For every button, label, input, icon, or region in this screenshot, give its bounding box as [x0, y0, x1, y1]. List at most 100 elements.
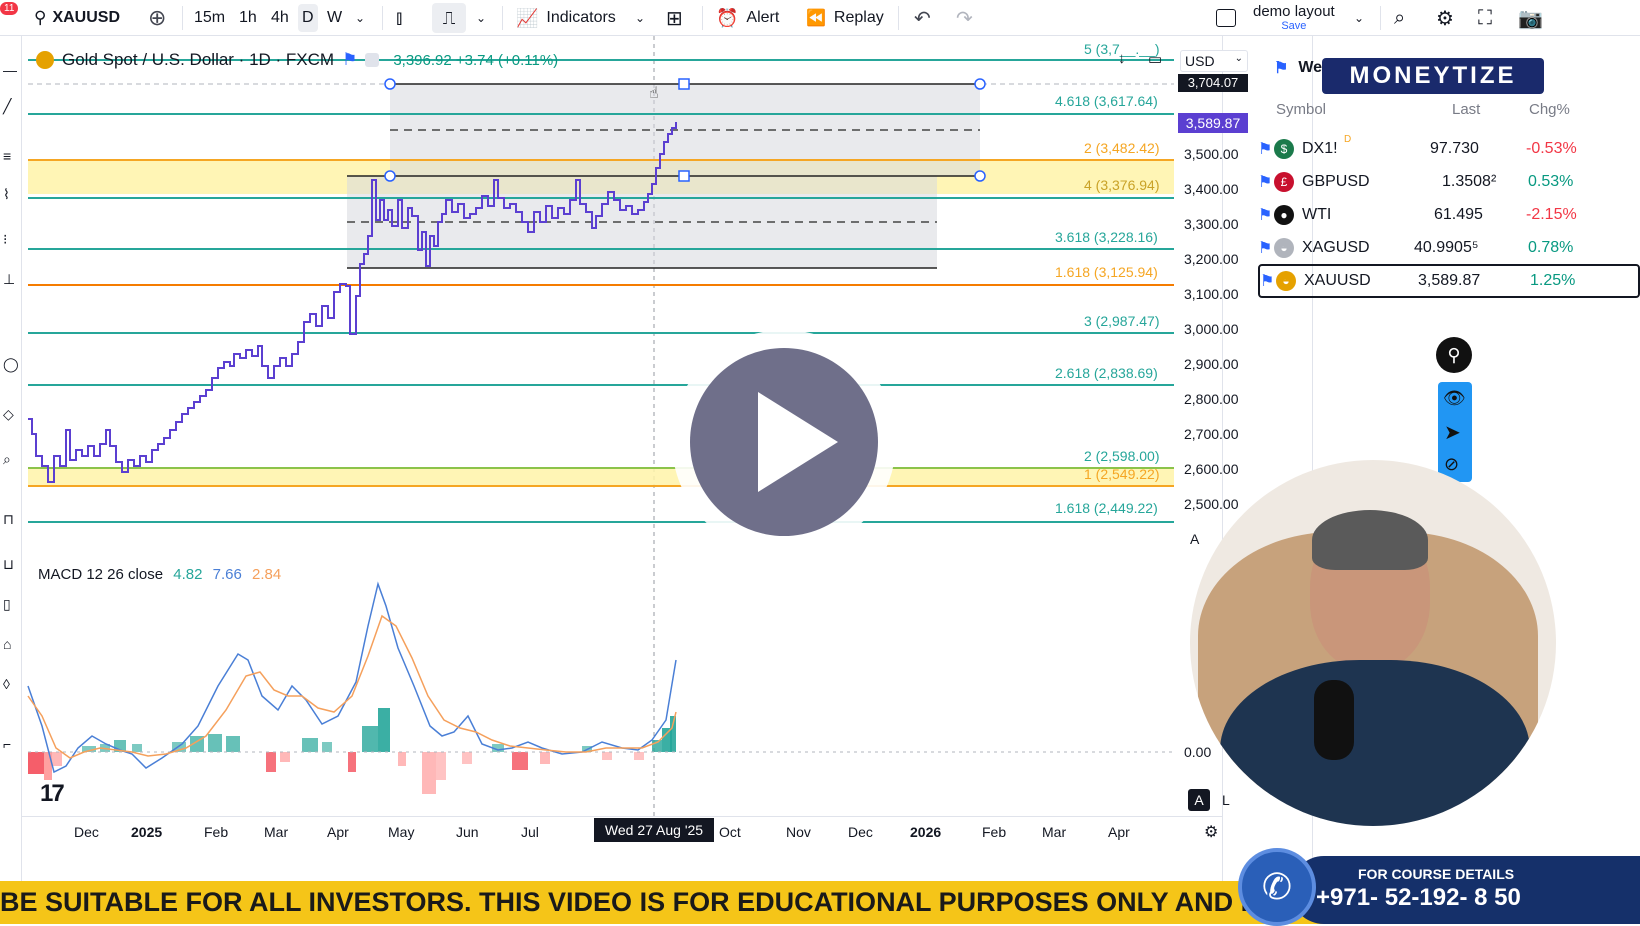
crosshair-icon[interactable]: —	[3, 62, 17, 78]
currency-select[interactable]: USD ⌄	[1180, 50, 1248, 72]
alarm-clock-icon: ⏰	[716, 7, 739, 28]
auto-scale-button-bottom[interactable]: A	[1188, 789, 1210, 811]
candles-icon[interactable]: ⫾	[396, 0, 402, 36]
add-symbol-icon[interactable]: ⊕	[148, 0, 166, 36]
drawing-handle[interactable]	[974, 78, 986, 90]
time-tick: Jun	[456, 824, 479, 840]
watchlist-row[interactable]: ⚑ ◒ XAGUSD 40.9905⁵ 0.78%	[1258, 231, 1640, 265]
notification-badge[interactable]: 11	[0, 0, 19, 36]
layout-chevron-down-icon[interactable]: ⌄	[1354, 0, 1364, 36]
replay-button[interactable]: ⏪ Replay	[806, 0, 884, 36]
interval-w-label: W	[327, 9, 343, 26]
video-play-button[interactable]	[672, 330, 896, 554]
text-icon[interactable]: ◯	[3, 356, 19, 373]
watchlist-row[interactable]: ⚑ ● WTI 61.495 -2.15%	[1258, 198, 1640, 232]
top-toolbar: 11 ⚲ XAUUSD ⊕ 15m 1h 4h D W ⌄ ⫾ ⎍ ⌄ 📈 In…	[0, 0, 1640, 36]
interval-15m[interactable]: 15m	[194, 0, 225, 36]
interval-1h-label: 1h	[239, 9, 257, 26]
undo-icon[interactable]: ↶	[914, 0, 931, 36]
symbol-logo-icon: ◒	[1274, 238, 1294, 258]
step-line-icon[interactable]: ⎍	[432, 3, 466, 33]
lock-icon[interactable]: ⊓	[3, 511, 14, 528]
interval-d-label: D	[302, 9, 314, 26]
flag-icon: ⚑	[1258, 174, 1273, 191]
watchlist-row-selected[interactable]: ⚑ ◒ XAUUSD 3,589.87 1.25%	[1258, 264, 1640, 298]
chart-type-chevron-down-icon[interactable]: ⌄	[476, 0, 486, 36]
price-tick: 3,400.00	[1184, 181, 1239, 197]
trash-icon[interactable]: ⌂	[3, 636, 11, 652]
trend-line-icon[interactable]: ╱	[3, 98, 11, 115]
brand-text: MONEYTIZE	[1349, 62, 1517, 89]
col-chg[interactable]: Chg%	[1529, 101, 1570, 118]
drawing-handle[interactable]	[678, 170, 690, 182]
interval-4h[interactable]: 4h	[271, 0, 289, 36]
collapse-icon[interactable]: ⌐	[3, 736, 11, 752]
interval-d[interactable]: D	[298, 4, 318, 32]
interval-1h[interactable]: 1h	[239, 0, 257, 36]
quick-search-icon[interactable]: ⌕	[1394, 0, 1405, 36]
fib-label: 2 (2,598.00)	[1084, 448, 1160, 464]
fib-label: 2 (3,482.42)	[1084, 140, 1160, 156]
hide-icon[interactable]: ⊘	[1444, 454, 1459, 475]
measure-icon[interactable]: ⊥	[3, 271, 15, 288]
watchlist-row[interactable]: ⚑ £ GBPUSD 1.3508² 0.53%	[1258, 165, 1640, 199]
flag-icon: ⚑	[342, 50, 358, 69]
download-icon[interactable]: ↓	[1118, 50, 1126, 67]
zoom-icon[interactable]: ⌕	[3, 451, 11, 468]
gear-icon[interactable]: ⚙	[1436, 0, 1454, 36]
price-chart[interactable]: ☝	[22, 36, 1222, 881]
pattern-icon[interactable]: ⁝	[3, 231, 7, 248]
templates-grid-icon[interactable]: ⊞	[666, 0, 683, 36]
time-tick: Mar	[264, 824, 289, 840]
interval-chevron-down-icon[interactable]: ⌄	[355, 0, 365, 36]
drawing-handle[interactable]	[678, 78, 690, 90]
macd-value-3: 2.84	[251, 566, 282, 583]
fib-label: 3 (2,987.47)	[1084, 313, 1160, 329]
fib-label: 4.618 (3,617.64)	[1055, 93, 1158, 109]
tradingview-logo[interactable]: 17	[40, 780, 65, 808]
drawing-pin-icon[interactable]: ⚲	[1436, 337, 1472, 373]
fib-label: 1 (2,549.22)	[1084, 466, 1160, 482]
camera-icon[interactable]: 📷	[1518, 0, 1543, 36]
layout-menu[interactable]: demo layout Save	[1253, 0, 1335, 36]
col-last[interactable]: Last	[1452, 101, 1480, 118]
maximize-icon[interactable]: ▭	[1148, 50, 1162, 68]
price-tick: 2,700.00	[1184, 426, 1239, 442]
chart-legend: Gold Spot / U.S. Dollar · 1D · FXCM ⚑ 3,…	[36, 50, 558, 70]
time-tick: May	[388, 824, 415, 840]
indicators-button[interactable]: 📈 Indicators	[516, 0, 616, 36]
layout-square-icon[interactable]	[1216, 0, 1236, 36]
indicators-icon: 📈	[516, 7, 539, 28]
eraser-icon[interactable]: ◇	[3, 406, 14, 423]
indicators-label: Indicators	[546, 9, 616, 26]
magnet-icon[interactable]: ⊔	[3, 556, 14, 573]
drawing-handle[interactable]	[384, 170, 396, 182]
watch-symbol: DX1!	[1302, 140, 1338, 157]
eye-icon[interactable]: 👁	[1443, 388, 1466, 409]
time-axis-settings-icon[interactable]: ⚙	[1204, 822, 1218, 842]
drawing-handle[interactable]	[384, 78, 396, 90]
fib-zone-lower	[28, 468, 1174, 486]
settings-dot[interactable]	[365, 53, 380, 67]
time-tick: 2026	[910, 824, 942, 840]
fullscreen-icon[interactable]: ⛶	[1478, 0, 1492, 36]
fib-icon[interactable]: ≡	[3, 148, 11, 164]
redo-icon[interactable]: ↷	[956, 0, 973, 36]
cursor-arrow-icon[interactable]: ➤	[1444, 420, 1461, 445]
brand-logo: MONEYTIZE	[1322, 58, 1544, 94]
alert-label: Alert	[746, 9, 780, 26]
watchlist-row[interactable]: ⚑ $ DX1! D 97.730 -0.53%	[1258, 132, 1640, 166]
visibility-icon[interactable]: ▯	[3, 596, 11, 613]
indicators-chevron-down-icon[interactable]: ⌄	[635, 0, 645, 36]
flag-icon: ⚑	[1274, 60, 1289, 77]
alert-button[interactable]: ⏰ Alert	[716, 0, 779, 36]
flag-icon: ⚑	[1260, 273, 1275, 290]
interval-w[interactable]: W	[327, 0, 342, 36]
search-icon: ⚲	[34, 8, 47, 27]
brush-icon[interactable]: ⌇	[3, 186, 10, 203]
drawing-handle[interactable]	[974, 170, 986, 182]
auto-scale-button[interactable]: A	[1190, 531, 1199, 547]
symbol-search[interactable]: ⚲ XAUUSD	[34, 0, 120, 36]
layers-icon[interactable]: ◊	[3, 676, 10, 692]
col-symbol[interactable]: Symbol	[1276, 101, 1326, 118]
